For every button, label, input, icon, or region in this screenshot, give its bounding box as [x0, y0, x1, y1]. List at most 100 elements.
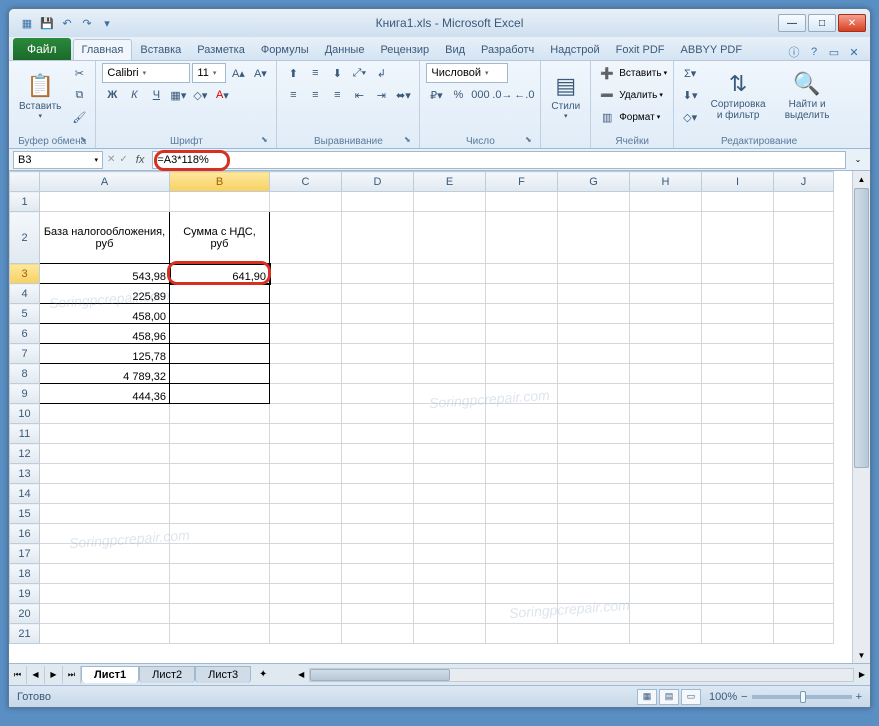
- minimize-ribbon-icon[interactable]: ⓘ: [786, 44, 802, 60]
- cell-J17[interactable]: [774, 544, 834, 564]
- cell-G16[interactable]: [558, 524, 630, 544]
- cell-B5[interactable]: [170, 304, 270, 324]
- save-icon[interactable]: 💾: [39, 15, 55, 31]
- bold-button[interactable]: Ж: [102, 85, 122, 105]
- cell-F3[interactable]: [486, 264, 558, 284]
- cell-G14[interactable]: [558, 484, 630, 504]
- autosum-button[interactable]: Σ▾: [680, 63, 700, 83]
- cell-C16[interactable]: [270, 524, 342, 544]
- cell-G9[interactable]: [558, 384, 630, 404]
- cell-B21[interactable]: [170, 624, 270, 644]
- styles-button[interactable]: ▤ Стили ▾: [547, 63, 584, 129]
- cell-C15[interactable]: [270, 504, 342, 524]
- cell-H19[interactable]: [630, 584, 702, 604]
- cell-G10[interactable]: [558, 404, 630, 424]
- cell-E21[interactable]: [414, 624, 486, 644]
- format-painter-button[interactable]: 🖌: [69, 107, 89, 127]
- font-size-combo[interactable]: 11▾: [192, 63, 226, 83]
- cell-E2[interactable]: [414, 212, 486, 264]
- col-header-D[interactable]: D: [342, 172, 414, 192]
- cell-E14[interactable]: [414, 484, 486, 504]
- cell-G17[interactable]: [558, 544, 630, 564]
- cell-F17[interactable]: [486, 544, 558, 564]
- cell-A13[interactable]: [40, 464, 170, 484]
- cell-I14[interactable]: [702, 484, 774, 504]
- cell-A2[interactable]: База налогообложения, руб: [40, 212, 170, 264]
- view-pagebreak-button[interactable]: ▭: [681, 689, 701, 705]
- cell-J3[interactable]: [774, 264, 834, 284]
- cell-J10[interactable]: [774, 404, 834, 424]
- view-layout-button[interactable]: ▤: [659, 689, 679, 705]
- fx-button[interactable]: fx: [132, 154, 149, 166]
- cell-E20[interactable]: [414, 604, 486, 624]
- cell-C6[interactable]: [270, 324, 342, 344]
- cell-I6[interactable]: [702, 324, 774, 344]
- cell-C8[interactable]: [270, 364, 342, 384]
- scroll-up-icon[interactable]: ▲: [853, 171, 870, 187]
- cell-I5[interactable]: [702, 304, 774, 324]
- new-sheet-button[interactable]: ✦: [253, 669, 273, 680]
- cell-E4[interactable]: [414, 284, 486, 304]
- cell-J6[interactable]: [774, 324, 834, 344]
- cell-D17[interactable]: [342, 544, 414, 564]
- cell-F1[interactable]: [486, 192, 558, 212]
- cell-A6[interactable]: 458,96: [40, 324, 170, 344]
- number-format-combo[interactable]: Числовой▾: [426, 63, 508, 83]
- cell-J4[interactable]: [774, 284, 834, 304]
- cell-B3[interactable]: 641,90: [170, 264, 270, 284]
- cell-D15[interactable]: [342, 504, 414, 524]
- font-name-combo[interactable]: Calibri▾: [102, 63, 190, 83]
- window-inner-close-icon[interactable]: ✕: [846, 44, 862, 60]
- cell-J20[interactable]: [774, 604, 834, 624]
- cell-E15[interactable]: [414, 504, 486, 524]
- cell-F7[interactable]: [486, 344, 558, 364]
- wrap-text-button[interactable]: ↲: [371, 63, 391, 83]
- cell-G4[interactable]: [558, 284, 630, 304]
- cell-A5[interactable]: 458,00: [40, 304, 170, 324]
- cell-D5[interactable]: [342, 304, 414, 324]
- zoom-slider[interactable]: [752, 695, 852, 699]
- cell-H6[interactable]: [630, 324, 702, 344]
- cell-F21[interactable]: [486, 624, 558, 644]
- cell-H10[interactable]: [630, 404, 702, 424]
- cell-H14[interactable]: [630, 484, 702, 504]
- col-header-B[interactable]: B: [170, 172, 270, 192]
- cell-E7[interactable]: [414, 344, 486, 364]
- cell-J14[interactable]: [774, 484, 834, 504]
- zoom-out-button[interactable]: −: [741, 691, 747, 703]
- cell-A1[interactable]: [40, 192, 170, 212]
- cell-I21[interactable]: [702, 624, 774, 644]
- cell-I8[interactable]: [702, 364, 774, 384]
- cell-E5[interactable]: [414, 304, 486, 324]
- cell-A9[interactable]: 444,36: [40, 384, 170, 404]
- cell-B15[interactable]: [170, 504, 270, 524]
- cell-C3[interactable]: [270, 264, 342, 284]
- cell-D9[interactable]: [342, 384, 414, 404]
- cell-H5[interactable]: [630, 304, 702, 324]
- row-header-7[interactable]: 7: [10, 344, 40, 364]
- align-right-button[interactable]: ≡: [327, 85, 347, 105]
- ribbon-min-icon[interactable]: ▭: [826, 44, 842, 60]
- clipboard-launcher-icon[interactable]: ⬊: [77, 135, 89, 147]
- cell-I11[interactable]: [702, 424, 774, 444]
- cell-H13[interactable]: [630, 464, 702, 484]
- cell-C10[interactable]: [270, 404, 342, 424]
- cell-C17[interactable]: [270, 544, 342, 564]
- cell-F4[interactable]: [486, 284, 558, 304]
- cell-H1[interactable]: [630, 192, 702, 212]
- cell-I9[interactable]: [702, 384, 774, 404]
- name-box[interactable]: B3▾: [13, 151, 103, 169]
- cell-H20[interactable]: [630, 604, 702, 624]
- underline-button[interactable]: Ч: [146, 85, 166, 105]
- cell-H12[interactable]: [630, 444, 702, 464]
- ribbon-tab-3[interactable]: Формулы: [253, 40, 317, 60]
- border-button[interactable]: ▦▾: [168, 85, 188, 105]
- comma-button[interactable]: 000: [470, 85, 490, 105]
- cell-D14[interactable]: [342, 484, 414, 504]
- file-tab[interactable]: Файл: [13, 38, 71, 60]
- row-header-9[interactable]: 9: [10, 384, 40, 404]
- cell-I7[interactable]: [702, 344, 774, 364]
- row-header-13[interactable]: 13: [10, 464, 40, 484]
- cell-I2[interactable]: [702, 212, 774, 264]
- sheet-nav-last-icon[interactable]: ⏭: [63, 666, 81, 684]
